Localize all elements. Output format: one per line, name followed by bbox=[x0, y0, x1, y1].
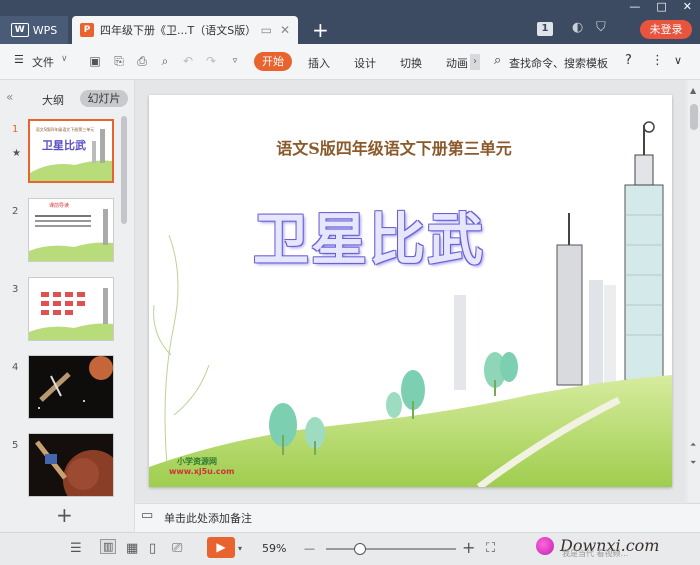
slide-title[interactable]: 卫星比武 bbox=[253, 195, 485, 276]
watermark-logo-icon bbox=[536, 536, 554, 555]
slideshow-options-chevron-icon[interactable]: ▾ bbox=[238, 544, 242, 553]
logo-name: 小学资源网 bbox=[177, 457, 217, 466]
reading-view-icon[interactable]: ▯ bbox=[149, 541, 156, 556]
tab-animation[interactable]: 动画 bbox=[446, 55, 468, 71]
satellite-image bbox=[29, 434, 113, 496]
page-count-badge[interactable]: 1 bbox=[537, 22, 553, 36]
zoom-slider-thumb[interactable] bbox=[354, 543, 366, 555]
print-preview-icon[interactable]: ⌕ bbox=[158, 54, 172, 68]
satellite-image bbox=[29, 356, 113, 418]
slide-number: 2 bbox=[12, 206, 19, 217]
print-icon[interactable]: ⎙ bbox=[135, 54, 149, 68]
file-menu[interactable]: 文件 bbox=[32, 54, 54, 70]
close-tab-icon[interactable]: ✕ bbox=[280, 23, 290, 37]
wps-logo-icon: W bbox=[10, 23, 29, 37]
login-button[interactable]: 未登录 bbox=[640, 20, 692, 39]
watermark-subtext: 我是当代 看视频... bbox=[562, 549, 629, 558]
tab-home[interactable]: 开始 bbox=[254, 52, 292, 71]
slide-subtitle[interactable]: 语文S版四年级语文下册第三单元 bbox=[149, 135, 639, 159]
skin-icon[interactable]: ◐ bbox=[572, 20, 583, 35]
slide-thumbnail-4[interactable] bbox=[28, 355, 114, 419]
document-tab-title: 四年级下册《卫...T（语文S版） bbox=[100, 24, 257, 37]
tab-outline[interactable]: 大纲 bbox=[42, 92, 64, 108]
previous-slide-icon[interactable]: ⏶ bbox=[690, 440, 696, 450]
thumb-heading: 课前导读 bbox=[49, 203, 70, 209]
thumb-title: 卫星比武 bbox=[42, 139, 86, 152]
window-controls: — □ ✕ bbox=[629, 0, 692, 13]
notes-placeholder[interactable]: 单击此处添加备注 bbox=[164, 510, 252, 526]
slide-source-logo: 小学资源网 www.xj5u.com bbox=[151, 457, 235, 477]
search-icon: ⌕ bbox=[494, 53, 502, 68]
zoom-slider[interactable] bbox=[326, 548, 456, 550]
slide-thumbnail-3[interactable] bbox=[28, 277, 114, 341]
tab-insert[interactable]: 插入 bbox=[308, 55, 330, 71]
ribbon-scroll-chevron-right-icon[interactable]: › bbox=[470, 54, 480, 70]
notes-toggle-icon[interactable]: ☰ bbox=[70, 541, 82, 556]
slide-panel-scrollbar[interactable] bbox=[121, 116, 127, 224]
canvas-scrollbar[interactable]: ▲ ⏶ ⏷ bbox=[688, 80, 700, 502]
wps-home-tab-label: WPS bbox=[32, 23, 58, 37]
monitor-icon[interactable]: ▭ bbox=[261, 23, 272, 37]
help-icon[interactable]: ? bbox=[625, 53, 632, 68]
zoom-out-icon[interactable]: — bbox=[304, 542, 315, 555]
canvas-scrollbar-thumb[interactable] bbox=[690, 104, 698, 130]
slide-number: 4 bbox=[12, 362, 19, 373]
tab-slides[interactable]: 幻灯片 bbox=[80, 90, 128, 107]
maximize-icon[interactable]: □ bbox=[656, 0, 666, 13]
close-window-icon[interactable]: ✕ bbox=[683, 0, 692, 13]
scroll-up-icon[interactable]: ▲ bbox=[690, 86, 696, 95]
collapse-panel-icon[interactable]: « bbox=[6, 90, 13, 104]
redo-icon[interactable]: ↷ bbox=[204, 54, 218, 68]
tab-design[interactable]: 设计 bbox=[354, 55, 376, 71]
notes-icon: ▭ bbox=[141, 508, 154, 523]
save-icon[interactable]: ▣ bbox=[88, 54, 102, 68]
slide-thumbnail-2[interactable]: 课前导读 bbox=[28, 198, 114, 262]
zoom-in-icon[interactable]: + bbox=[462, 538, 475, 557]
logo-url: www.xj5u.com bbox=[169, 467, 235, 476]
slide-sorter-icon[interactable]: ▦ bbox=[126, 541, 138, 556]
slide-3-thumbnail-art bbox=[29, 288, 113, 340]
slideshow-play-button[interactable]: ▶ bbox=[207, 537, 235, 558]
next-slide-icon[interactable]: ⏷ bbox=[690, 458, 696, 468]
hamburger-icon[interactable]: ☰ bbox=[14, 53, 24, 66]
slide-thumbnail-5[interactable] bbox=[28, 433, 114, 497]
new-tab-button[interactable]: + bbox=[312, 18, 329, 42]
tab-transitions[interactable]: 切换 bbox=[400, 55, 422, 71]
minimize-icon[interactable]: — bbox=[629, 0, 640, 13]
slide-number: 1 bbox=[12, 124, 19, 135]
wps-home-tab[interactable]: W WPS bbox=[0, 16, 68, 44]
zoom-level[interactable]: 59% bbox=[262, 542, 286, 555]
quick-access-chevron-down-icon[interactable]: ▿ bbox=[228, 54, 242, 68]
star-icon: ★ bbox=[12, 148, 21, 159]
file-menu-chevron-down-icon[interactable]: ∨ bbox=[61, 54, 68, 64]
thumb-subtitle: 语文S版四年级语文下册第三单元 bbox=[35, 127, 95, 132]
shirt-icon[interactable]: ⛉ bbox=[596, 20, 606, 35]
slide-number: 5 bbox=[12, 440, 19, 451]
presenter-icon[interactable]: ⎚ bbox=[172, 541, 182, 556]
command-search[interactable]: 查找命令、搜索模板 bbox=[509, 55, 608, 71]
format-painter-icon[interactable]: ⎘ bbox=[112, 54, 126, 68]
undo-icon[interactable]: ↶ bbox=[181, 54, 195, 68]
document-tab[interactable]: P 四年级下册《卫...T（语文S版） ▭ ✕ bbox=[72, 16, 298, 44]
slide-2-thumbnail-art bbox=[29, 209, 113, 261]
presentation-file-icon: P bbox=[80, 23, 94, 37]
add-slide-button[interactable]: + bbox=[56, 503, 73, 527]
normal-view-icon[interactable]: ▥ bbox=[100, 539, 117, 554]
slide-1-editor[interactable]: 语文S版四年级语文下册第三单元 卫星比武 小学资源网 www.xj5u.com bbox=[149, 95, 672, 487]
collapse-ribbon-chevron-icon[interactable]: ∨ bbox=[674, 54, 682, 67]
fit-to-window-icon[interactable]: ⛶ bbox=[486, 541, 495, 556]
slide-number: 3 bbox=[12, 284, 19, 295]
slide-thumbnail-1[interactable]: 语文S版四年级语文下册第三单元 卫星比武 bbox=[28, 119, 114, 183]
more-options-icon[interactable]: ⋮ bbox=[651, 53, 664, 68]
